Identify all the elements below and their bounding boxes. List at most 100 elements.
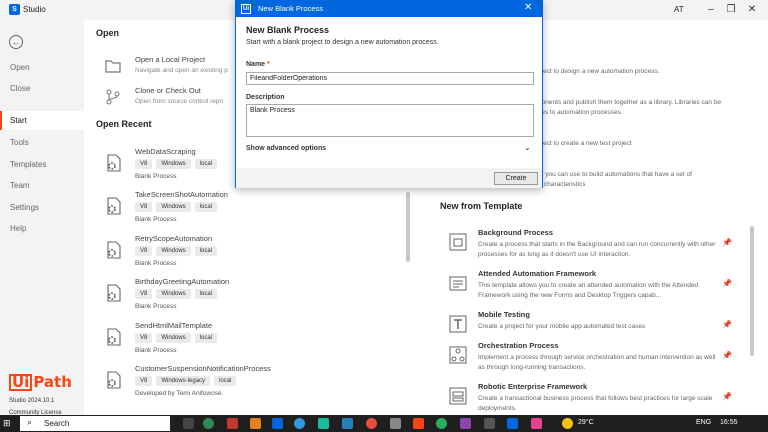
recent-project[interactable]: SendHtmlMailTemplate V8 Windows local Blan… [104,321,394,363]
app-icon[interactable] [531,418,542,429]
nav-settings[interactable]: Settings [0,198,84,217]
app-title: Studio [23,5,46,14]
process-gear-icon [104,196,124,216]
temperature: 29°C [578,419,594,426]
recent-project[interactable]: BirthdayGreetingAutomation V8 Windows loca… [104,277,394,319]
description-field[interactable]: Blank Process [246,104,534,137]
new-library-desc-2: ties to automation processes. [538,109,623,116]
new-template-desc-2: characteristics [544,181,586,188]
nav-open[interactable]: Open [0,58,84,77]
tag: local [214,376,237,386]
tag: Windows-legacy [156,376,211,386]
template-scrollbar[interactable] [750,226,754,356]
uipath-taskbar-icon[interactable] [413,418,424,429]
create-button[interactable]: Create [494,172,538,185]
recent-scrollbar[interactable] [406,192,410,262]
background-process-icon [448,232,468,252]
nav-help[interactable]: Help [0,219,84,238]
weather-icon[interactable] [562,418,573,429]
tag: V8 [135,159,153,169]
attended-framework-icon [448,273,468,293]
open-folder-icon [104,57,122,75]
close-window-icon[interactable]: ✕ [745,3,759,17]
chevron-down-icon[interactable]: ⌄ [524,143,531,152]
minimize-icon[interactable]: – [704,3,718,17]
left-nav: ← Open Close Start Tools Templates Team … [0,20,84,416]
app-icon[interactable] [484,418,495,429]
app-icon[interactable] [390,418,401,429]
nav-close[interactable]: Close [0,79,84,98]
name-label: Name * [246,61,270,68]
restore-icon[interactable]: ❐ [724,3,738,17]
dialog-heading: New Blank Process [246,25,330,35]
language-indicator[interactable]: ENG [696,419,711,426]
dialog-subtitle: Start with a blank project to design a n… [246,39,439,46]
tag: local [194,289,218,299]
tag: V8 [135,333,153,343]
new-template-desc: at you can use to build automations that… [538,171,692,178]
app-icon[interactable] [342,418,353,429]
mobile-testing-icon [448,314,468,334]
pin-icon[interactable]: 📌 [722,320,732,329]
app-icon[interactable] [460,418,471,429]
pin-icon[interactable]: 📌 [722,238,732,247]
uipath-small-logo-icon: Ui [241,4,251,14]
open-section-title: Open [96,28,120,38]
windows-start-icon[interactable]: ⊞ [3,418,15,429]
nav-templates[interactable]: Templates [0,155,84,174]
app-icon[interactable] [227,418,238,429]
chrome-icon[interactable] [203,418,214,429]
clock[interactable]: 16:55 [720,419,738,426]
recent-project[interactable]: RetryScopeAutomation V8 Windows local Blan… [104,234,394,276]
process-gear-icon [104,327,124,347]
pin-icon[interactable]: 📌 [722,392,732,401]
tag: V8 [135,246,153,256]
template-orchestration-process[interactable]: Orchestration Process Implement a proces… [441,341,741,381]
outlook-icon[interactable] [272,418,283,429]
recent-project[interactable]: CustomerSuspensionNotificationProcess V8… [104,364,394,406]
template-background-process[interactable]: Background Process Create a process that… [441,228,741,268]
nav-start[interactable]: Start [0,111,84,130]
app-icon[interactable] [507,418,518,429]
task-view-icon[interactable] [183,418,194,429]
new-from-template-title: New from Template [440,201,523,211]
app-icon[interactable] [318,418,329,429]
recent-project[interactable]: TakeScreenShotAutomation V8 Windows local … [104,190,394,232]
tag: Windows [156,289,191,299]
tag: Windows [156,159,191,169]
pin-icon[interactable]: 📌 [722,351,732,360]
back-arrow-icon[interactable]: ← [9,35,23,49]
tag: V8 [135,289,153,299]
tag: Windows [156,202,191,212]
ref-icon [448,386,468,406]
edge-icon[interactable] [294,418,305,429]
template-attended-framework[interactable]: Attended Automation Framework This templ… [441,269,741,309]
name-field[interactable] [246,72,534,85]
search-icon: ⌕ [27,417,33,427]
app-icon[interactable] [436,418,447,429]
dialog-close-icon[interactable]: ✕ [524,2,532,13]
nav-tools[interactable]: Tools [0,133,84,152]
open-recent-title: Open Recent [96,119,152,129]
user-avatar[interactable]: AT [674,5,684,14]
tag: local [194,333,218,343]
tag: local [194,246,218,256]
version-label: Studio 2024.10.1 [9,398,55,404]
taskbar-search[interactable]: ⌕ Search [20,416,170,431]
uipath-logo: Ui Path [9,373,72,391]
show-advanced-options[interactable]: Show advanced options [246,145,326,152]
branch-icon [104,88,122,106]
process-gear-icon [104,240,124,260]
description-label: Description [246,94,285,101]
nav-team[interactable]: Team [0,176,84,195]
pin-icon[interactable]: 📌 [722,279,732,288]
tag: local [194,159,218,169]
dialog-footer: Create [236,168,542,188]
process-gear-icon [104,370,124,390]
new-test-desc: oject to create a new test project [538,140,632,147]
studio-logo-icon: S [9,4,20,15]
explorer-icon[interactable] [250,418,261,429]
orchestration-icon [448,345,468,365]
app-icon[interactable] [366,418,377,429]
tag: local [194,202,218,212]
